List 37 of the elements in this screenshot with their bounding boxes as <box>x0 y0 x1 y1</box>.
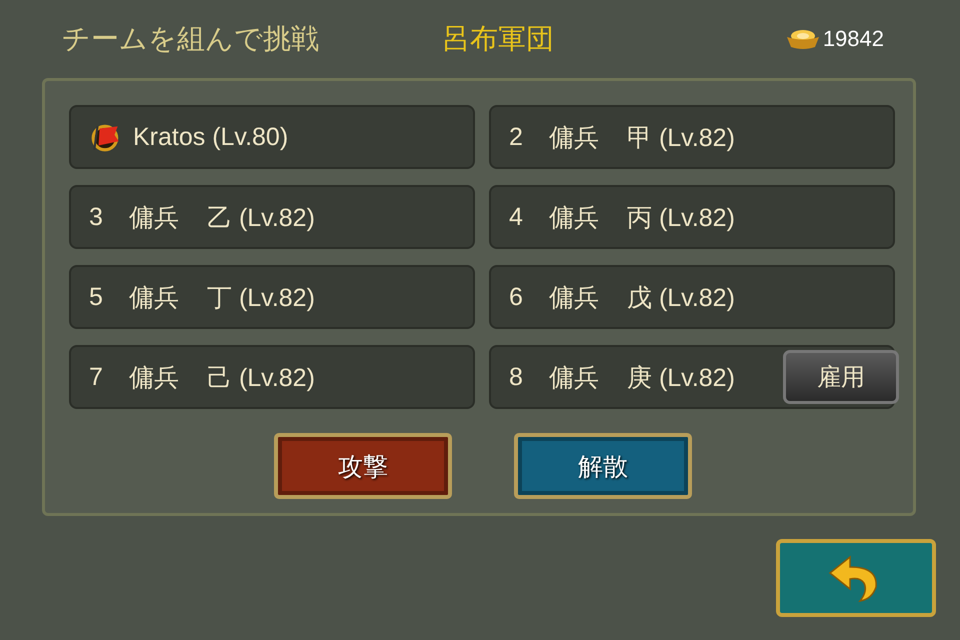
member-slot[interactable]: 6 傭兵 戊 (Lv.82) <box>489 265 895 329</box>
member-name: 丙 (Lv.82) <box>627 202 735 234</box>
member-name: 庚 (Lv.82) <box>627 362 735 394</box>
slot-number: 4 <box>509 202 524 232</box>
member-slot[interactable]: 7 傭兵 己 (Lv.82) <box>69 345 475 409</box>
member-name: 戊 (Lv.82) <box>627 282 735 314</box>
unit-type: 傭兵 <box>129 362 180 394</box>
member-slot[interactable]: 2 傭兵 甲 (Lv.82) <box>489 105 895 169</box>
slot-number: 5 <box>89 282 104 312</box>
slot-number: 6 <box>509 282 524 312</box>
member-name: 丁 (Lv.82) <box>207 282 315 314</box>
team-name: 呂布軍団 <box>442 21 554 57</box>
member-name: 乙 (Lv.82) <box>207 202 315 234</box>
back-button[interactable] <box>776 539 936 617</box>
member-slot[interactable]: Kratos (Lv.80) <box>69 105 475 169</box>
unit-type: 傭兵 <box>549 202 600 234</box>
ingot-icon <box>784 28 821 50</box>
member-slot[interactable]: 4 傭兵 丙 (Lv.82) <box>489 185 895 249</box>
member-slot[interactable]: 3 傭兵 乙 (Lv.82) <box>69 185 475 249</box>
member-slot[interactable]: 5 傭兵 丁 (Lv.82) <box>69 265 475 329</box>
unit-type: 傭兵 <box>129 202 180 234</box>
unit-type: 傭兵 <box>549 362 600 394</box>
hire-button[interactable]: 雇用 <box>783 350 899 404</box>
unit-type: 傭兵 <box>549 282 600 314</box>
slot-number: 8 <box>509 362 524 392</box>
member-name: 己 (Lv.82) <box>207 362 315 394</box>
screen-title: チームを組んで挑戦 <box>62 21 320 57</box>
member-name: 甲 (Lv.82) <box>627 122 735 154</box>
member-name: Kratos (Lv.80) <box>133 122 288 152</box>
currency-amount: 19842 <box>822 26 884 52</box>
slot-number: 2 <box>509 122 524 152</box>
attack-button[interactable]: 攻撃 <box>274 433 452 499</box>
slot-number: 3 <box>89 202 104 232</box>
disband-button[interactable]: 解散 <box>514 433 692 499</box>
unit-type: 傭兵 <box>549 122 600 154</box>
unit-type: 傭兵 <box>129 282 180 314</box>
slot-number: 7 <box>89 362 104 392</box>
